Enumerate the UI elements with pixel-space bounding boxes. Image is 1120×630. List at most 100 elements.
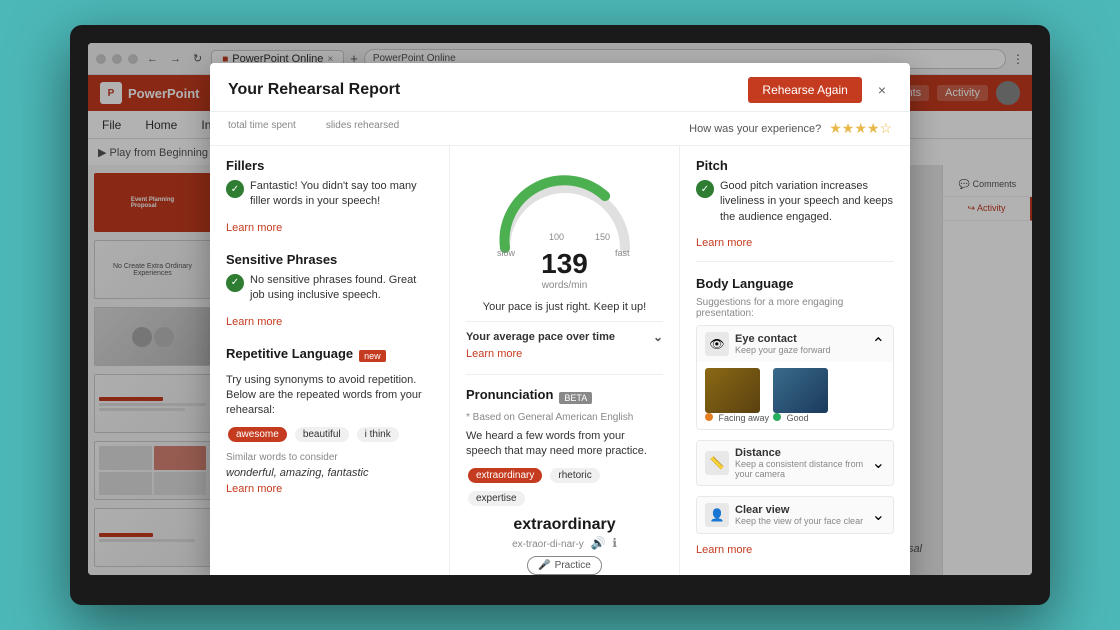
sensitive-learn-more[interactable]: Learn more	[226, 316, 433, 328]
pitch-section: Pitch ✓ Good pitch variation increases l…	[696, 158, 894, 262]
pronunciation-tags: extraordinary rhetoric expertise	[466, 466, 663, 508]
svg-text:slow: slow	[497, 248, 516, 258]
eye-contact-header[interactable]: 👁 Eye contact Keep your gaze forward ⌃	[697, 326, 893, 362]
rehearsal-report-modal: Your Rehearsal Report Rehearse Again × t…	[210, 63, 910, 575]
sensitive-check-icon: ✓	[226, 274, 244, 292]
rehearse-again-btn[interactable]: Rehearse Again	[748, 77, 861, 103]
distance-chevron[interactable]: ⌄	[872, 453, 885, 473]
eye-img-bad	[705, 368, 760, 413]
sensitive-title: Sensitive Phrases	[226, 252, 433, 267]
practice-btn-label: Practice	[555, 560, 591, 571]
pron-tag-rhetoric[interactable]: rhetoric	[550, 468, 599, 483]
fillers-check-row: ✓ Fantastic! You didn't say too many fil…	[226, 179, 433, 216]
pace-section: slow fast 100 150 139 words/min Your pac…	[466, 168, 663, 360]
modal-body: Fillers ✓ Fantastic! You didn't say too …	[210, 146, 910, 575]
pace-value: 139	[541, 248, 588, 280]
experience-row: How was your experience? ★★★★☆	[689, 120, 892, 137]
fillers-section: Fillers ✓ Fantastic! You didn't say too …	[226, 158, 433, 234]
avg-pace-chevron[interactable]: ⌄	[653, 330, 663, 344]
clear-view-subtitle: Keep the view of your face clear	[735, 516, 866, 526]
pace-gauge-svg: slow fast 100 150	[485, 168, 645, 258]
distance-icon: 📏	[705, 451, 729, 475]
modal-center-col: slow fast 100 150 139 words/min Your pac…	[450, 146, 680, 575]
repetitive-new-badge: new	[359, 350, 386, 362]
eye-contact-item: 👁 Eye contact Keep your gaze forward ⌃	[696, 325, 894, 430]
total-time-stat: total time spent	[228, 120, 296, 137]
pronunciation-title: Pronunciation	[466, 387, 553, 402]
rep-tag-ithink[interactable]: i think	[357, 427, 399, 442]
clear-view-header[interactable]: 👤 Clear view Keep the view of your face …	[697, 497, 893, 533]
pitch-title: Pitch	[696, 158, 894, 173]
body-lang-learn-more[interactable]: Learn more	[696, 544, 894, 556]
pronunciation-desc: We heard a few words from your speech th…	[466, 429, 663, 460]
pron-word: extraordinary	[466, 516, 663, 534]
repetitive-desc: Try using synonyms to avoid repetition. …	[226, 373, 433, 419]
eye-contact-title: Eye contact	[735, 333, 866, 345]
body-lang-subtitle: Suggestions for a more engaging presenta…	[696, 297, 894, 319]
fillers-check-icon: ✓	[226, 180, 244, 198]
clear-view-chevron[interactable]: ⌄	[872, 505, 885, 525]
distance-subtitle: Keep a consistent distance from your cam…	[735, 459, 866, 479]
pace-message: Your pace is just right. Keep it up!	[466, 301, 663, 313]
modal-header-right: Rehearse Again ×	[748, 77, 892, 103]
modal-close-btn[interactable]: ×	[872, 80, 892, 100]
sensitive-text: No sensitive phrases found. Great job us…	[250, 273, 433, 304]
laptop-screen: ← → ↻ ■ PowerPoint Online × + PowerPoint…	[88, 43, 1032, 575]
pron-audio-icon[interactable]: 🔊	[591, 536, 606, 550]
rep-tag-beautiful[interactable]: beautiful	[295, 427, 349, 442]
clear-view-icon: 👤	[705, 503, 729, 527]
pron-info-icon[interactable]: ℹ	[612, 536, 617, 550]
pron-tag-extraordinary[interactable]: extraordinary	[468, 468, 542, 483]
stats-row: total time spent slides rehearsed How wa…	[210, 112, 910, 146]
pace-learn-more[interactable]: Learn more	[466, 348, 663, 360]
practice-btn[interactable]: 🎤 Practice	[527, 556, 602, 575]
eye-contact-chevron[interactable]: ⌃	[872, 334, 885, 354]
modal-right-col: Pitch ✓ Good pitch variation increases l…	[680, 146, 910, 575]
pitch-check-row: ✓ Good pitch variation increases livelin…	[696, 179, 894, 231]
experience-label: How was your experience?	[689, 123, 821, 135]
pitch-learn-more[interactable]: Learn more	[696, 237, 894, 249]
green-dot	[773, 413, 781, 421]
body-lang-title: Body Language	[696, 276, 894, 291]
pronunciation-beta-badge: BETA	[559, 392, 592, 404]
modal-header: Your Rehearsal Report Rehearse Again ×	[210, 63, 910, 112]
clear-view-item: 👤 Clear view Keep the view of your face …	[696, 496, 894, 534]
suggestions-label: Similar words to consider	[226, 452, 433, 463]
fillers-title: Fillers	[226, 158, 433, 173]
distance-title: Distance	[735, 447, 866, 459]
clear-view-title: Clear view	[735, 504, 866, 516]
sensitive-phrases-section: Sensitive Phrases ✓ No sensitive phrases…	[226, 252, 433, 328]
experience-stars[interactable]: ★★★★☆	[829, 120, 892, 137]
fillers-learn-more[interactable]: Learn more	[226, 222, 433, 234]
svg-text:fast: fast	[615, 248, 630, 258]
svg-text:100: 100	[549, 232, 564, 242]
pronunciation-header: Pronunciation BETA	[466, 387, 663, 408]
pitch-text: Good pitch variation increases livelines…	[720, 179, 894, 225]
pron-phonetic: ex-traor-di-nar-y 🔊 ℹ	[466, 536, 663, 550]
distance-item: 📏 Distance Keep a consistent distance fr…	[696, 440, 894, 486]
pronunciation-section: Pronunciation BETA * Based on General Am…	[466, 374, 663, 575]
pron-phonetic-text: ex-traor-di-nar-y	[512, 539, 584, 550]
svg-text:150: 150	[595, 232, 610, 242]
pron-tag-expertise[interactable]: expertise	[468, 491, 525, 506]
modal-title: Your Rehearsal Report	[228, 81, 400, 99]
facing-away-label: Facing away	[705, 413, 769, 423]
repetitive-title: Repetitive Language	[226, 346, 353, 361]
sensitive-check-row: ✓ No sensitive phrases found. Great job …	[226, 273, 433, 310]
pitch-check-icon: ✓	[696, 180, 714, 198]
modal-left-col: Fillers ✓ Fantastic! You didn't say too …	[210, 146, 450, 575]
orange-dot	[705, 413, 713, 421]
practice-mic-icon: 🎤	[538, 560, 550, 571]
good-label: Good	[773, 413, 828, 423]
rep-tag-awesome[interactable]: awesome	[228, 427, 287, 442]
eye-contact-content: Facing away Good	[697, 362, 893, 429]
slides-rehearsed-label: slides rehearsed	[326, 120, 399, 131]
eye-img-good	[773, 368, 828, 413]
laptop-shell: ← → ↻ ■ PowerPoint Online × + PowerPoint…	[70, 25, 1050, 605]
pronunciation-based-on: * Based on General American English	[466, 412, 663, 423]
fillers-text: Fantastic! You didn't say too many fille…	[250, 179, 433, 210]
repetitive-learn-more[interactable]: Learn more	[226, 483, 433, 495]
slides-rehearsed-stat: slides rehearsed	[326, 120, 399, 137]
gauge-container: slow fast 100 150 139 words/min	[466, 168, 663, 291]
distance-header[interactable]: 📏 Distance Keep a consistent distance fr…	[697, 441, 893, 485]
